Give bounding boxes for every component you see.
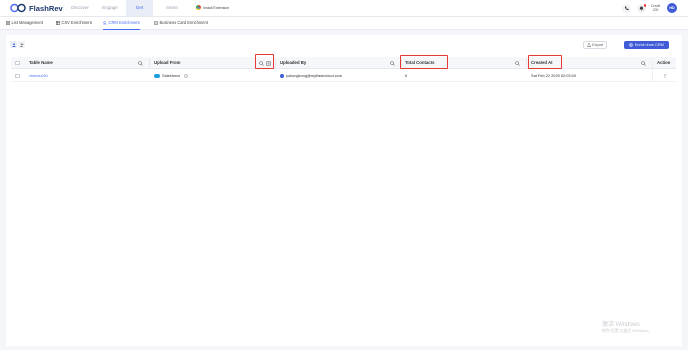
- subtab-label: CRM Enrichment: [108, 20, 140, 25]
- search-icon[interactable]: [515, 60, 520, 66]
- column-header-uploaded-by: Uploaded By: [280, 60, 307, 65]
- export-button[interactable]: Export: [583, 41, 607, 49]
- install-extension-link[interactable]: Install Extension: [196, 5, 229, 10]
- nav-tab-discover[interactable]: Discover: [68, 0, 92, 16]
- add-circle-icon: [629, 43, 634, 47]
- created-at-value: Sat Feb 22 2025 02:03:00: [531, 73, 576, 78]
- table-header: Table Name Upload From Uploaded By Total…: [11, 57, 676, 69]
- uploaded-by-cell: yukongkong@myflashcloud.com: [280, 70, 342, 82]
- watermark-title: 激活 Windows: [602, 322, 641, 328]
- nav-tab-engage[interactable]: Engage: [98, 0, 122, 16]
- subtab-list-management[interactable]: List Management: [6, 17, 43, 29]
- search-icon[interactable]: [641, 60, 646, 66]
- business-card-icon: [154, 21, 158, 25]
- nav-tab-get[interactable]: Get: [126, 0, 153, 16]
- team-view-button[interactable]: [18, 41, 25, 48]
- column-divider: [526, 59, 527, 67]
- team-icon: [19, 43, 23, 47]
- credit-value: 200: [652, 8, 659, 13]
- phone-button[interactable]: [622, 4, 631, 13]
- top-navbar: FlashRev Discover Engage Get Intent Inst…: [0, 0, 688, 17]
- csv-icon: [56, 21, 60, 25]
- credit-balance: Credit 200: [651, 4, 660, 13]
- watermark-subtitle: 转到“设置”以激活 Windows。: [602, 329, 652, 333]
- app-name: FlashRev: [29, 3, 63, 13]
- export-label: Export: [592, 43, 604, 47]
- search-icon[interactable]: [390, 60, 395, 66]
- column-header-upload-from: Upload From: [154, 60, 181, 65]
- list-icon: [6, 21, 10, 25]
- highlight-box-total-contacts: [400, 55, 448, 69]
- subtab-business-card-enrichment[interactable]: Business Card Enrichment: [154, 17, 208, 29]
- search-icon[interactable]: [138, 60, 143, 66]
- windows-activation-watermark: 激活 Windows 转到“设置”以激活 Windows。: [602, 319, 651, 334]
- flashrev-logo-icon: [10, 3, 26, 13]
- table-row: chenxu001 Salesforce yukongkong@myflashc…: [11, 70, 676, 82]
- nav-tab-intent[interactable]: Intent: [160, 0, 184, 16]
- table-name-link[interactable]: chenxu001: [29, 70, 48, 82]
- install-extension-label: Install Extension: [203, 5, 230, 10]
- phone-icon: [625, 6, 629, 11]
- subtab-label: List Management: [11, 20, 43, 25]
- chrome-icon: [196, 5, 201, 10]
- highlight-box-upload-from-filter: [255, 54, 274, 69]
- user-icon: [11, 42, 16, 47]
- upload-from-cell: Salesforce: [154, 70, 189, 82]
- avatar[interactable]: HD: [667, 3, 677, 13]
- info-icon[interactable]: [184, 74, 189, 78]
- enrich-label: Enrich from CRM: [634, 43, 664, 47]
- enrich-from-crm-button[interactable]: Enrich from CRM: [624, 41, 669, 49]
- export-icon: [587, 43, 591, 47]
- notification-badge: [643, 4, 646, 7]
- sub-navigation: List Management CSV Enrichment CRM Enric…: [0, 17, 688, 30]
- action-column-border: [652, 57, 676, 82]
- personal-view-button[interactable]: [10, 41, 17, 48]
- total-contacts-value: 6: [405, 73, 408, 78]
- bell-icon: [639, 6, 644, 11]
- highlight-box-created-at: [528, 55, 562, 69]
- crm-icon: [103, 21, 107, 25]
- salesforce-icon: [154, 73, 160, 78]
- notifications-button[interactable]: [637, 4, 646, 13]
- upload-from-value: Salesforce: [162, 73, 181, 78]
- app-logo[interactable]: FlashRev: [10, 3, 63, 13]
- user-avatar-icon: [280, 73, 284, 78]
- select-all-checkbox[interactable]: [15, 60, 20, 65]
- row-checkbox[interactable]: [15, 73, 20, 78]
- column-header-table-name: Table Name: [29, 60, 53, 65]
- subtab-label: CSV Enrichment: [61, 20, 92, 25]
- view-toggle: [10, 41, 25, 48]
- uploaded-by-value: yukongkong@myflashcloud.com: [286, 73, 343, 78]
- column-divider: [275, 59, 276, 67]
- subtab-label: Business Card Enrichment: [159, 20, 208, 25]
- column-divider: [149, 59, 150, 67]
- subtab-crm-enrichment[interactable]: CRM Enrichment: [103, 17, 140, 30]
- subtab-csv-enrichment[interactable]: CSV Enrichment: [56, 17, 92, 29]
